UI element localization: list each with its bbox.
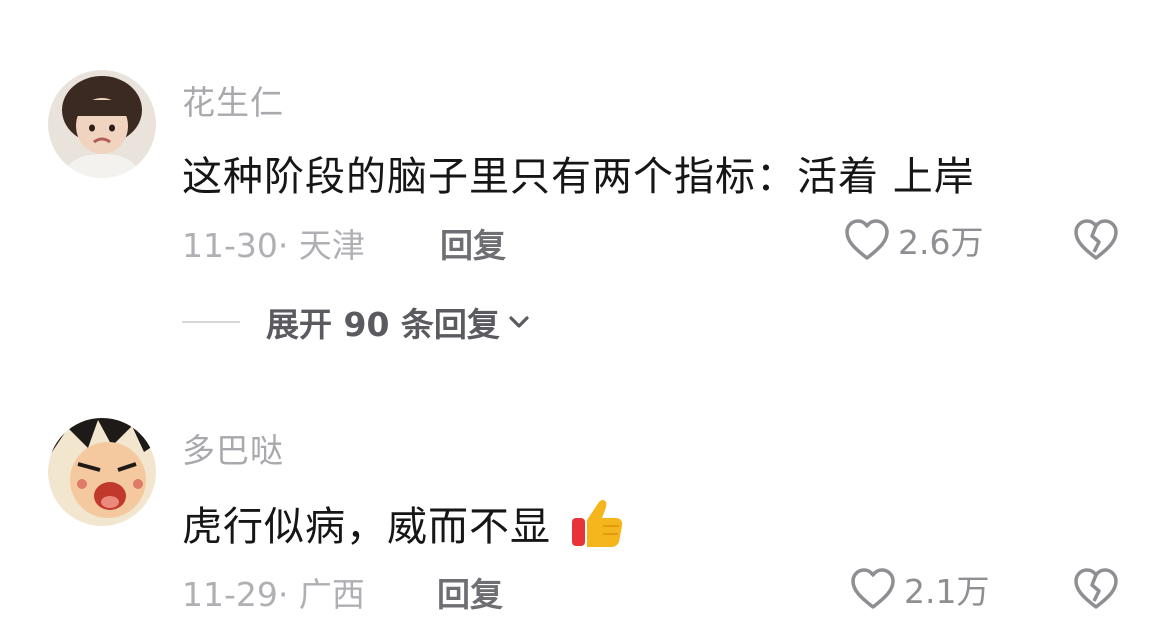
like-button[interactable]: 2.1万 [850,565,989,613]
comment-section: 花生仁 这种阶段的脑子里只有两个指标：活着 上岸 11-30· 天津 回复 2.… [0,0,1170,642]
username[interactable]: 多巴哒 [182,424,284,472]
comment-text-content: 虎行似病，威而不显 [182,504,551,550]
broken-heart-icon[interactable] [1073,218,1119,262]
heart-outline-icon [845,219,889,260]
divider [182,321,240,323]
comment-text: 虎行似病，威而不显 [182,494,625,552]
comment-date-location: 11-30· 天津 [182,226,365,265]
reply-button[interactable]: 回复 [440,219,506,267]
expand-replies-button[interactable]: 展开 90 条回复 [266,298,532,346]
comment-date-location: 11-29· 广西 [182,575,365,614]
like-button[interactable]: 2.6万 [844,216,983,264]
expand-replies-row: 展开 90 条回复 [182,298,532,346]
reply-button[interactable]: 回复 [437,568,503,616]
broken-heart-icon[interactable] [1073,567,1119,611]
heart-outline-icon [851,568,895,609]
avatar[interactable] [48,418,156,526]
comment-text: 这种阶段的脑子里只有两个指标：活着 上岸 [182,154,975,200]
avatar[interactable] [48,70,156,178]
like-count: 2.6万 [898,223,984,262]
username[interactable]: 花生仁 [182,76,284,124]
thumbs-up-emoji [571,500,622,547]
like-count: 2.1万 [904,572,990,611]
expand-replies-label: 展开 90 条回复 [266,305,500,344]
chevron-down-icon [509,316,529,328]
